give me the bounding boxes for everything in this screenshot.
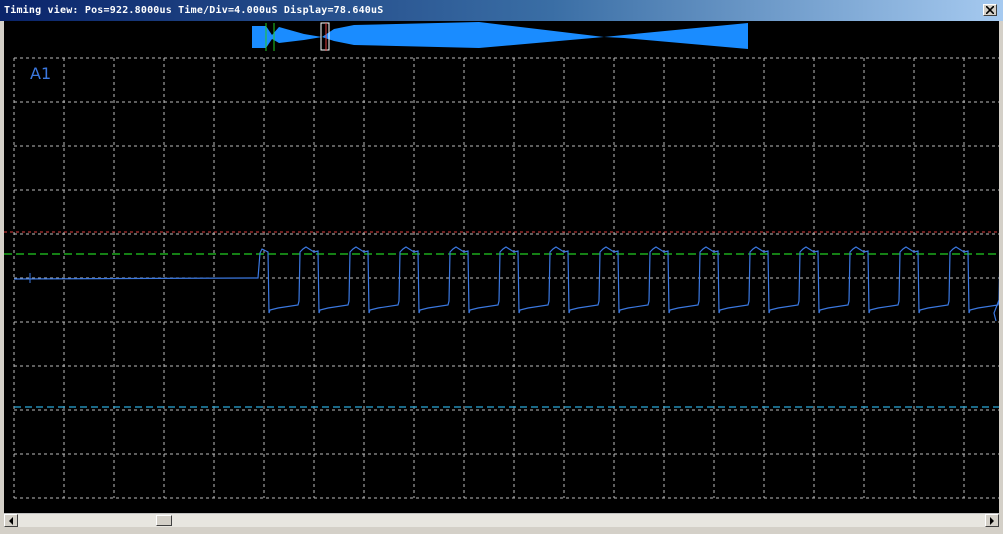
title-bar: Timing view: Pos=922.8000us Time/Div=4.0… xyxy=(0,0,1003,21)
waveform-trace xyxy=(13,246,999,322)
arrow-left-icon xyxy=(9,517,13,525)
overview-strip[interactable] xyxy=(252,22,748,51)
close-button[interactable] xyxy=(983,4,997,16)
window-bottom-edge xyxy=(0,527,1003,534)
window-title: Timing view: Pos=922.8000us Time/Div=4.0… xyxy=(4,5,384,16)
horizontal-scrollbar[interactable] xyxy=(4,513,999,527)
scroll-thumb[interactable] xyxy=(156,515,172,526)
channel-label: A1 xyxy=(30,64,52,83)
scope-display[interactable]: A1 xyxy=(4,21,999,513)
arrow-right-icon xyxy=(990,517,994,525)
scroll-left-button[interactable] xyxy=(4,514,18,527)
close-icon xyxy=(986,6,994,14)
waveform-canvas[interactable] xyxy=(4,21,999,513)
scroll-right-button[interactable] xyxy=(985,514,999,527)
